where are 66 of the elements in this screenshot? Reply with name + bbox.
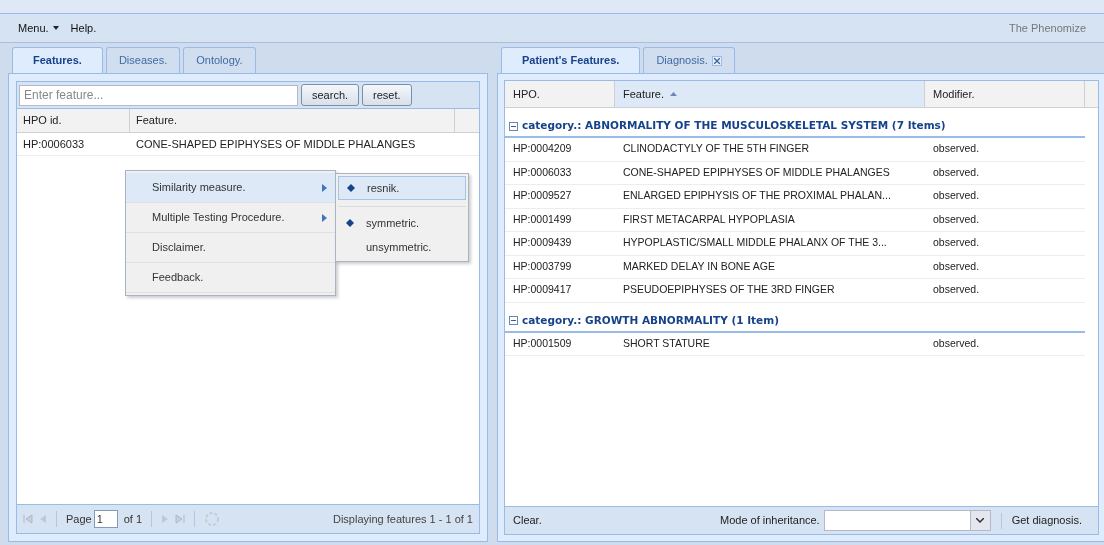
tab[interactable]: Patient's Features.: [501, 47, 641, 73]
close-icon[interactable]: [711, 55, 722, 66]
group-header: category.: ABNORMALITY OF THE MUSCULOSKELETAL SYSTEM (7 Items): [522, 118, 946, 134]
tab[interactable]: Ontology.: [183, 47, 256, 73]
column-header[interactable]: Feature.: [130, 109, 455, 132]
refresh-icon[interactable]: [204, 511, 221, 527]
table-cell-text: observed.: [932, 164, 981, 180]
inheritance-label: Mode of inheritance.: [720, 513, 820, 529]
column-header[interactable]: Feature.: [615, 81, 925, 107]
table-cell-text: HP:0009527: [512, 188, 573, 204]
table-cell-text: HP:0006033: [512, 164, 573, 180]
table-cell-text: HP:0009417: [512, 282, 573, 298]
table-cell-text: HP:0004209: [512, 141, 573, 157]
previous-page-icon[interactable]: [39, 514, 47, 524]
page-label: Page: [66, 511, 92, 527]
table-cell-text: HYPOPLASTIC/SMALL MIDDLE PHALANX OF THE 3...: [622, 235, 888, 251]
table-cell-text: observed.: [932, 335, 981, 351]
toolbar-button[interactable]: reset.: [362, 84, 412, 106]
table-cell-text: FIRST METACARPAL HYPOPLASIA: [622, 211, 796, 227]
next-page-icon[interactable]: [161, 514, 170, 524]
menu-item[interactable]: Feedback.: [126, 263, 335, 293]
menu-item[interactable]: Similarity measure.: [126, 173, 335, 203]
inheritance-dropdown[interactable]: [823, 510, 991, 531]
table-cell-text: CONE-SHAPED EPIPHYSES OF MIDDLE PHALANGES: [622, 164, 891, 180]
page-field[interactable]: 1: [93, 510, 118, 528]
collapse-icon[interactable]: [509, 121, 518, 131]
tab[interactable]: Diseases.: [105, 47, 181, 73]
search-field[interactable]: Enter feature...: [19, 84, 298, 106]
table-cell-text: HP:0003799: [512, 258, 573, 274]
table-cell-text: observed.: [932, 282, 981, 298]
table-cell-text: HP:0006033: [22, 136, 86, 152]
table-cell-text: ENLARGED EPIPHYSIS OF THE PROXIMAL PHALAN...: [622, 188, 892, 204]
get-diagnosis-button[interactable]: Get diagnosis.: [1011, 512, 1090, 529]
column-header[interactable]: HPO id.: [17, 109, 130, 132]
collapse-icon[interactable]: [509, 316, 518, 325]
menu-option[interactable]: symmetric.: [338, 211, 466, 235]
table-cell-text: HP:0001499: [512, 211, 573, 227]
paging-status: Displaying features 1 - 1 of 1: [332, 511, 473, 527]
tab[interactable]: Features.: [12, 47, 103, 73]
clear-button[interactable]: Clear.: [513, 512, 542, 529]
table-cell-text: MARKED DELAY IN BONE AGE: [622, 258, 776, 274]
sort-ascending-icon: [669, 92, 677, 96]
toolbar-button[interactable]: search.: [301, 84, 360, 106]
table-cell-text: observed.: [932, 258, 981, 274]
menu-option[interactable]: unsymmetric.: [338, 235, 466, 259]
column-header[interactable]: Modifier.: [925, 81, 1085, 107]
table-cell-text: observed.: [932, 188, 981, 204]
first-page-icon[interactable]: [23, 514, 33, 524]
last-page-icon[interactable]: [175, 514, 186, 524]
table-cell-text: PSEUDOEPIPHYSES OF THE 3RD FINGER: [622, 282, 836, 298]
page-count: of 1: [123, 511, 143, 527]
app-title: The Phenomize: [1008, 20, 1086, 36]
menu-option[interactable]: resnik.: [338, 176, 466, 200]
menu-item[interactable]: Menu.: [18, 19, 59, 37]
table-cell-text: observed.: [932, 141, 981, 157]
table-cell-text: HP:0009439: [512, 235, 573, 251]
menu-item[interactable]: Help.: [70, 19, 97, 37]
table-cell-text: observed.: [932, 235, 981, 251]
table-cell-text: observed.: [932, 211, 981, 227]
table-cell-text: CLINODACTYLY OF THE 5TH FINGER: [622, 141, 811, 157]
table-cell-text: SHORT STATURE: [622, 335, 711, 351]
table-cell-text: HP:0001509: [512, 335, 573, 351]
group-header: category.: GROWTH ABNORMALITY (1 Item): [522, 312, 779, 328]
tab[interactable]: Diagnosis.: [643, 47, 735, 73]
chevron-down-icon: [976, 518, 985, 523]
table-cell-text: CONE-SHAPED EPIPHYSES OF MIDDLE PHALANGES: [135, 136, 417, 152]
